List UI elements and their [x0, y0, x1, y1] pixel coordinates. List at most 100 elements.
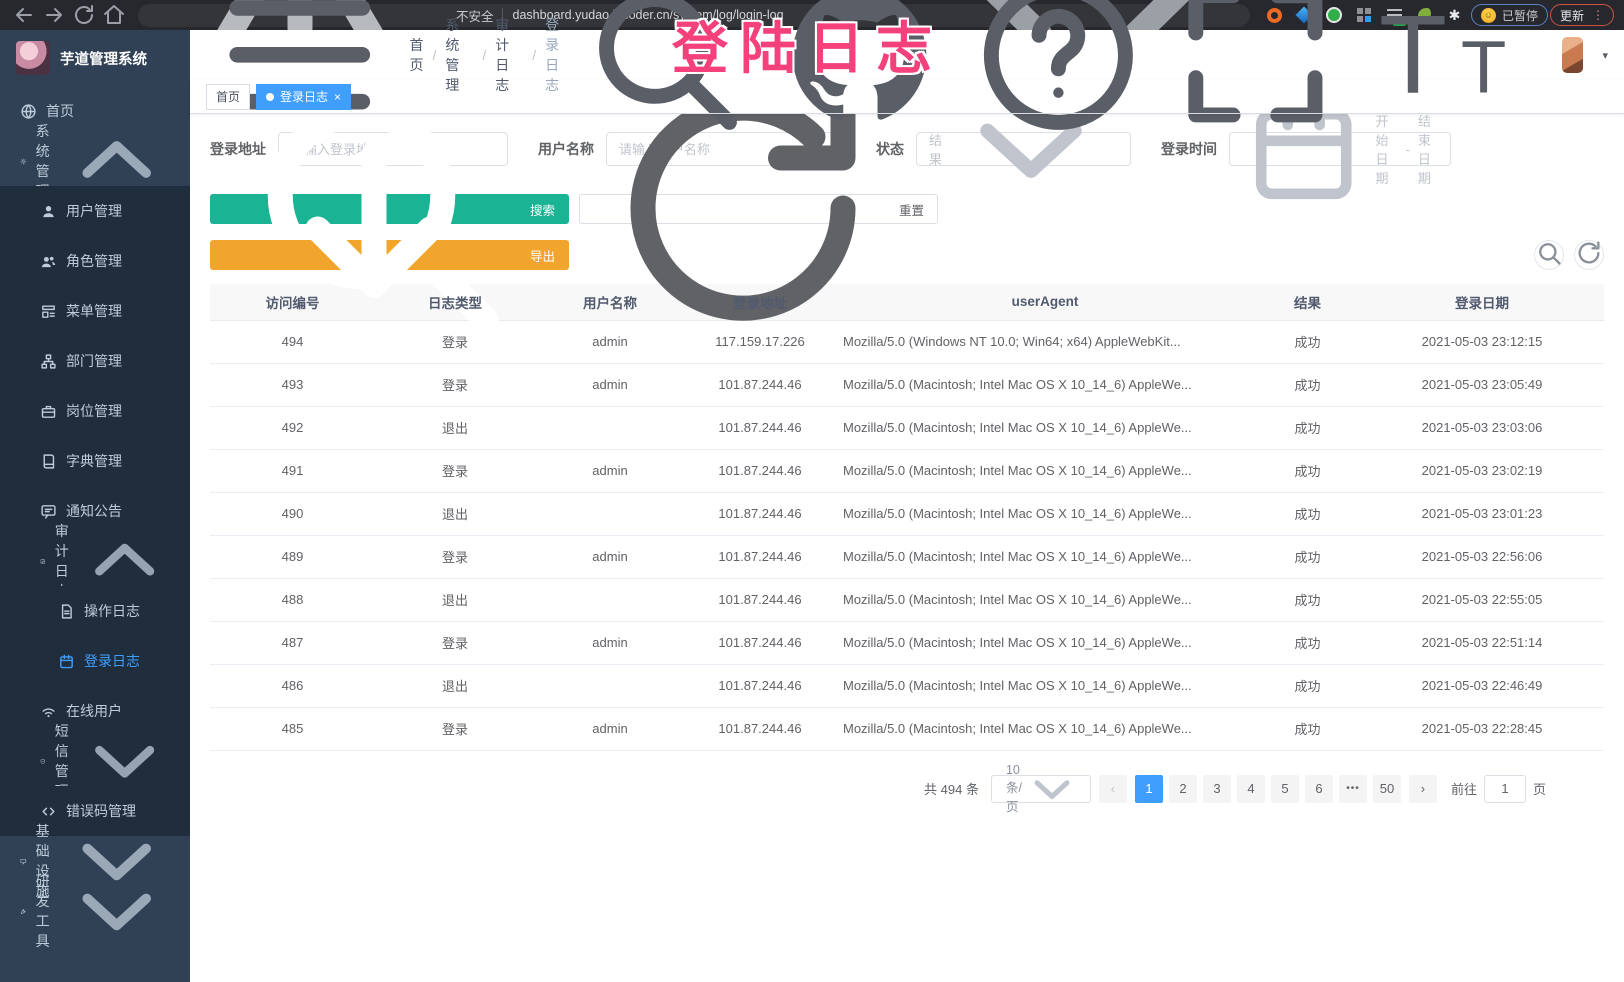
- table-row: 486退出101.87.244.46Mozilla/5.0 (Macintosh…: [210, 664, 1604, 707]
- browser-home-icon[interactable]: [100, 3, 128, 27]
- help-icon[interactable]: [969, 0, 1148, 144]
- table-cell: 488: [210, 578, 375, 621]
- announcement-icon: [40, 503, 57, 520]
- table-cell: Mozilla/5.0 (Macintosh; Intel Mac OS X 1…: [835, 707, 1255, 750]
- menu-tree-icon: [40, 303, 57, 320]
- dictionary-icon: [40, 453, 57, 470]
- page-button[interactable]: 4: [1237, 775, 1265, 803]
- goto-page-input[interactable]: [1484, 775, 1526, 803]
- app-title: 芋道管理系统: [60, 48, 147, 69]
- reset-button[interactable]: 重置: [579, 194, 938, 224]
- download-icon: [224, 114, 524, 407]
- browser-back-icon[interactable]: [10, 3, 38, 27]
- page-buttons: 123456•••50: [1135, 775, 1401, 803]
- table-cell: 490: [210, 492, 375, 535]
- table-cell: 成功: [1255, 363, 1360, 406]
- error-code-icon: [40, 803, 57, 820]
- table-cell: 退出: [375, 492, 535, 535]
- avatar-caret-down-icon[interactable]: ▾: [1602, 49, 1608, 62]
- briefcase-icon: [40, 403, 57, 420]
- tag-close-icon[interactable]: ×: [334, 91, 341, 103]
- prev-page-button[interactable]: ‹: [1099, 775, 1127, 803]
- sidebar-item-menu-manage[interactable]: 菜单管理: [0, 286, 190, 336]
- page-button[interactable]: 3: [1203, 775, 1231, 803]
- table-cell: 101.87.244.46: [685, 449, 835, 492]
- gear-icon: [20, 153, 27, 170]
- table-cell: 退出: [375, 406, 535, 449]
- table-cell: Mozilla/5.0 (Macintosh; Intel Mac OS X 1…: [835, 449, 1255, 492]
- sidebar-item-dict-manage[interactable]: 字典管理: [0, 436, 190, 486]
- fullscreen-icon[interactable]: [1166, 0, 1345, 144]
- user-icon: [40, 203, 57, 220]
- table-cell: [535, 406, 685, 449]
- export-button[interactable]: 导出: [210, 240, 569, 270]
- refresh-table-button[interactable]: [1574, 240, 1604, 270]
- table-cell: 101.87.244.46: [685, 707, 835, 750]
- column-header: userAgent: [835, 284, 1255, 320]
- page-ellipsis[interactable]: •••: [1339, 775, 1367, 803]
- table-cell: Mozilla/5.0 (Macintosh; Intel Mac OS X 1…: [835, 535, 1255, 578]
- sidebar-item-system-manage[interactable]: 系统管理: [0, 136, 190, 186]
- table-cell: 退出: [375, 664, 535, 707]
- table-cell: 成功: [1255, 707, 1360, 750]
- table-cell: 成功: [1255, 492, 1360, 535]
- chevron-up-icon: [74, 510, 175, 611]
- table-cell: 2021-05-03 23:12:15: [1360, 320, 1604, 363]
- page-button[interactable]: 1: [1135, 775, 1163, 803]
- search-icon: [1535, 239, 1563, 272]
- sidebar-logo-bar[interactable]: 芋道管理系统: [0, 30, 190, 86]
- hamburger-icon[interactable]: [206, 0, 394, 149]
- table-row: 489登录admin101.87.244.46Mozilla/5.0 (Maci…: [210, 535, 1604, 578]
- sidebar-item-post-manage[interactable]: 岗位管理: [0, 386, 190, 436]
- breadcrumb-item[interactable]: 首页: [410, 35, 424, 75]
- column-header: 登录日期: [1360, 284, 1604, 320]
- table-cell: Mozilla/5.0 (Macintosh; Intel Mac OS X 1…: [835, 578, 1255, 621]
- page-size-select[interactable]: 10条/页: [991, 775, 1091, 803]
- page-button[interactable]: 2: [1169, 775, 1197, 803]
- main-panel: 首页 / 系统管理 / 审计日志 / 登录日志 TT ▾ 首页: [190, 30, 1624, 982]
- table-cell: 成功: [1255, 578, 1360, 621]
- browser-forward-icon[interactable]: [40, 3, 68, 27]
- table-cell: 登录: [375, 707, 535, 750]
- sidebar-item-sms-manage[interactable]: 短信管理: [0, 736, 190, 786]
- table-cell: 491: [210, 449, 375, 492]
- sidebar-menu: 首页 系统管理 用户管理 角色管理 菜单管理 部门管理 岗位管理: [0, 86, 190, 936]
- table-row: 488退出101.87.244.46Mozilla/5.0 (Macintosh…: [210, 578, 1604, 621]
- sidebar-item-dev-tools[interactable]: 研发工具: [0, 886, 190, 936]
- table-cell: Mozilla/5.0 (Macintosh; Intel Mac OS X 1…: [835, 363, 1255, 406]
- sidebar-item-login-log[interactable]: 登录日志: [0, 636, 190, 686]
- operation-log-icon: [58, 603, 75, 620]
- table-cell: 成功: [1255, 320, 1360, 363]
- page-button[interactable]: 50: [1373, 775, 1401, 803]
- tag-login-log[interactable]: 登录日志 ×: [256, 84, 351, 110]
- sidebar-item-audit-log[interactable]: 审计日志: [0, 536, 190, 586]
- browser-reload-icon[interactable]: [70, 3, 98, 27]
- table-row: 487登录admin101.87.244.46Mozilla/5.0 (Maci…: [210, 621, 1604, 664]
- table-cell: 101.87.244.46: [685, 492, 835, 535]
- table-cell: 486: [210, 664, 375, 707]
- next-page-button[interactable]: ›: [1409, 775, 1437, 803]
- user-avatar[interactable]: [1562, 37, 1583, 73]
- table-cell: 2021-05-03 22:46:49: [1360, 664, 1604, 707]
- toggle-search-button[interactable]: [1534, 240, 1564, 270]
- table-cell: [535, 492, 685, 535]
- table-cell: Mozilla/5.0 (Macintosh; Intel Mac OS X 1…: [835, 621, 1255, 664]
- table-cell: 485: [210, 707, 375, 750]
- page-button[interactable]: 5: [1271, 775, 1299, 803]
- sidebar-item-dept-manage[interactable]: 部门管理: [0, 336, 190, 386]
- table-cell: admin: [535, 363, 685, 406]
- page-button[interactable]: 6: [1305, 775, 1333, 803]
- tag-home[interactable]: 首页: [206, 84, 250, 110]
- table-row: 490退出101.87.244.46Mozilla/5.0 (Macintosh…: [210, 492, 1604, 535]
- table-cell: admin: [535, 449, 685, 492]
- font-size-icon[interactable]: TT: [1364, 0, 1543, 144]
- tags-bar: 首页 登录日志 ×: [190, 80, 1624, 114]
- table-cell: 487: [210, 621, 375, 664]
- table-cell: 成功: [1255, 664, 1360, 707]
- table-cell: 登录: [375, 449, 535, 492]
- table-cell: 2021-05-03 23:02:19: [1360, 449, 1604, 492]
- users-icon: [40, 253, 57, 270]
- sidebar-item-role-manage[interactable]: 角色管理: [0, 236, 190, 286]
- table-toolbar: 导出: [210, 240, 1604, 270]
- refresh-icon: [1575, 239, 1603, 272]
